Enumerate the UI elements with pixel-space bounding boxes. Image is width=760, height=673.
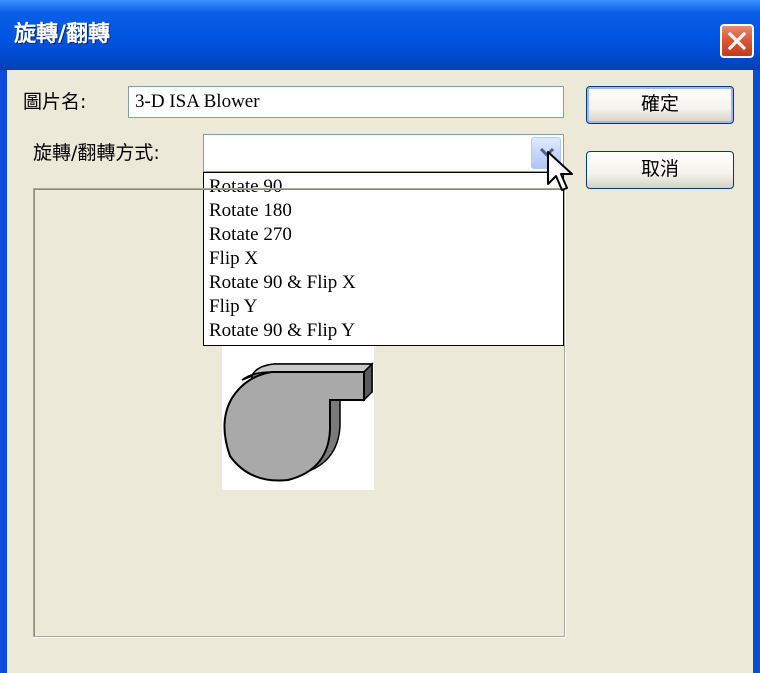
rotate-flip-mode-select[interactable] <box>203 134 564 172</box>
window-border-left <box>0 70 7 673</box>
rotate-flip-mode-label: 旋轉/翻轉方式: <box>33 142 160 164</box>
mouse-pointer-icon <box>547 151 573 191</box>
close-button[interactable] <box>720 24 754 58</box>
title-bar[interactable]: 旋轉/翻轉 <box>0 0 760 70</box>
image-name-field[interactable]: 3-D ISA Blower <box>128 86 564 118</box>
cancel-button[interactable]: 取消 <box>586 151 734 189</box>
blower-icon <box>223 362 374 482</box>
preview-image <box>222 346 374 490</box>
window-border-right <box>753 70 760 673</box>
image-name-label: 圖片名: <box>23 91 87 113</box>
ok-button[interactable]: 確定 <box>586 86 734 124</box>
dialog-title: 旋轉/翻轉 <box>14 22 111 47</box>
close-icon <box>728 32 746 50</box>
